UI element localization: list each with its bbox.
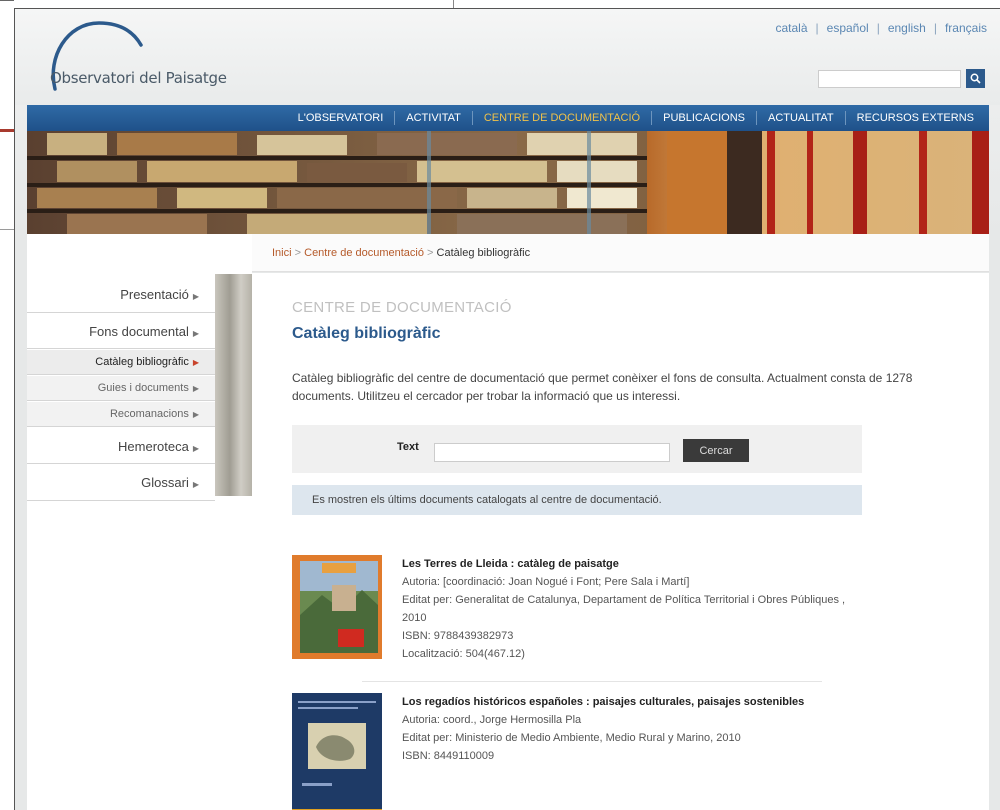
sidebar-item-glossari[interactable]: Glossari ▶ xyxy=(27,465,215,501)
main-nav: L'OBSERVATORI ACTIVITAT CENTRE DE DOCUME… xyxy=(27,105,989,131)
catalog-search-panel: Text Cercar xyxy=(292,425,862,473)
main-content: CENTRE DE DOCUMENTACIÓ Catàleg bibliogrà… xyxy=(252,273,989,810)
book-details: Los regadíos históricos españoles : pais… xyxy=(402,693,862,765)
lang-separator: | xyxy=(815,21,819,35)
latest-documents-notice: Es mostren els últims documents cataloga… xyxy=(292,485,862,515)
sidebar-item-hemeroteca[interactable]: Hemeroteca ▶ xyxy=(27,429,215,464)
sidebar-item-guies-documents[interactable]: Guies i documents ▶ xyxy=(27,376,215,401)
site-header: Observatori del Paisatge català | españo… xyxy=(15,9,1000,105)
sidebar-item-cataleg-bibliografic[interactable]: Catàleg bibliogràfic ▶ xyxy=(27,350,215,375)
lang-francais[interactable]: français xyxy=(945,21,987,35)
site-logo[interactable]: Observatori del Paisatge xyxy=(50,69,227,87)
breadcrumb-trail: Inici > Centre de documentació > Catàleg… xyxy=(272,247,530,259)
breadcrumb: Inici > Centre de documentació > Catàleg… xyxy=(252,234,989,272)
book-location: Localització: 504(467.12) xyxy=(402,648,525,660)
sidebar-item-recomanacions[interactable]: Recomanacions ▶ xyxy=(27,402,215,427)
nav-recursos-externs[interactable]: RECURSOS EXTERNS xyxy=(844,111,985,125)
divider xyxy=(362,681,822,682)
chevron-right-icon: ▶ xyxy=(192,358,199,367)
chevron-right-icon: ▶ xyxy=(192,444,199,453)
book-isbn: ISBN: 9788439382973 xyxy=(402,630,514,642)
sidebar-item-label: Fons documental xyxy=(89,324,189,339)
nav-actualitat[interactable]: ACTUALITAT xyxy=(756,111,845,125)
book-title[interactable]: Les Terres de Lleida : catàleg de paisat… xyxy=(402,555,862,573)
site-search-input[interactable] xyxy=(818,70,961,88)
chevron-right-icon: ▶ xyxy=(192,292,199,301)
section-kicker: CENTRE DE DOCUMENTACIÓ xyxy=(292,299,512,316)
book-isbn: ISBN: 8449110009 xyxy=(402,750,495,762)
sidebar-item-label: Catàleg bibliogràfic xyxy=(95,356,189,368)
search-submit-button[interactable]: Cercar xyxy=(683,439,749,462)
page-title: Catàleg bibliogràfic xyxy=(292,325,441,342)
book-title[interactable]: Los regadíos históricos españoles : pais… xyxy=(402,693,862,711)
book-publisher: Editat per: Generalitat de Catalunya, De… xyxy=(402,594,846,624)
search-label: Text xyxy=(397,441,419,453)
lang-espanol[interactable]: español xyxy=(827,21,869,35)
book-author: Autoria: [coordinació: Joan Nogué i Font… xyxy=(402,576,690,588)
breadcrumb-section-link[interactable]: Centre de documentació xyxy=(304,247,424,259)
sidebar-item-label: Presentació xyxy=(120,287,189,302)
bookshelf-photo xyxy=(27,131,989,234)
page-edge-tick xyxy=(453,0,454,8)
nav-centre-documentacio[interactable]: CENTRE DE DOCUMENTACIÓ xyxy=(471,111,651,125)
sidebar-item-label: Recomanacions xyxy=(109,408,189,420)
sidebar-item-label: Hemeroteca xyxy=(118,439,189,454)
search-icon xyxy=(970,73,981,84)
sidebar-item-fons-documental[interactable]: Fons documental ▶ xyxy=(27,314,215,349)
breadcrumb-separator: > xyxy=(427,247,434,259)
breadcrumb-separator: > xyxy=(294,247,302,259)
sidebar: Presentació ▶ Fons documental ▶ Catàleg bi… xyxy=(27,234,252,810)
lang-english[interactable]: english xyxy=(888,21,926,35)
book-cover-regadios-historicos[interactable] xyxy=(292,693,382,810)
book-author: Autoria: coord., Jorge Hermosilla Pla xyxy=(402,714,582,726)
library-banner-image xyxy=(27,131,989,234)
book-item: Los regadíos históricos españoles : pais… xyxy=(292,693,862,810)
catalog-search-input[interactable] xyxy=(434,443,670,462)
browser-frame: Observatori del Paisatge català | españo… xyxy=(14,8,1000,810)
book-details: Les Terres de Lleida : catàleg de paisat… xyxy=(402,555,862,663)
lang-separator: | xyxy=(876,21,880,35)
chevron-right-icon: ▶ xyxy=(192,384,199,393)
chevron-right-icon: ▶ xyxy=(192,480,199,489)
chevron-right-icon: ▶ xyxy=(192,410,199,419)
chevron-right-icon: ▶ xyxy=(192,329,199,338)
nav-observatori[interactable]: L'OBSERVATORI xyxy=(287,111,395,125)
book-item: Les Terres de Lleida : catàleg de paisat… xyxy=(292,555,862,660)
book-cover-terres-lleida[interactable] xyxy=(292,555,382,659)
nav-activitat[interactable]: ACTIVITAT xyxy=(394,111,472,125)
site-search-button[interactable] xyxy=(966,69,985,88)
breadcrumb-home-link[interactable]: Inici xyxy=(272,247,292,259)
sidebar-item-presentacio[interactable]: Presentació ▶ xyxy=(27,277,215,313)
book-publisher: Editat per: Ministerio de Medio Ambiente… xyxy=(402,732,741,744)
page-edge-line xyxy=(0,0,14,1)
nav-publicacions[interactable]: PUBLICACIONS xyxy=(651,111,756,125)
sidebar-item-label: Glossari xyxy=(141,475,189,490)
lang-separator: | xyxy=(933,21,937,35)
breadcrumb-current: Catàleg bibliogràfic xyxy=(436,247,531,259)
sidebar-decorative-strip xyxy=(215,274,252,496)
intro-text: Catàleg bibliogràfic del centre de docum… xyxy=(292,371,913,403)
lang-catala[interactable]: català xyxy=(775,21,807,35)
sidebar-item-label: Guies i documents xyxy=(97,382,189,394)
language-switcher: català | español | english | français xyxy=(775,21,987,35)
